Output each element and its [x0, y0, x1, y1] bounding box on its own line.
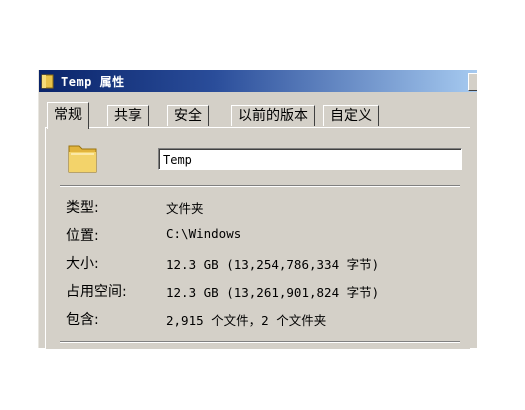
type-label: 类型: [66, 200, 99, 216]
location-value: C:\Windows [166, 226, 242, 241]
size-on-disk-value: 12.3 GB (13,261,901,824 字节) [166, 285, 380, 300]
property-row-size-on-disk: 占用空间: 12.3 GB (13,261,901,824 字节) [60, 281, 460, 301]
property-row-type: 类型: 文件夹 [60, 197, 460, 217]
tab-general[interactable]: 常规 [47, 102, 89, 129]
screen: Temp 属性 常规 共享 安全 以前的版本 自定义 Temp 类型: 文件夹 [0, 0, 525, 410]
tab-security[interactable]: 安全 [167, 105, 209, 126]
size-label: 大小: [66, 256, 99, 272]
tab-previous-versions[interactable]: 以前的版本 [231, 105, 315, 126]
title-bar[interactable]: Temp 属性 [39, 70, 477, 92]
folder-name-input[interactable]: Temp [158, 148, 462, 170]
contains-value: 2,915 个文件，2 个文件夹 [166, 313, 327, 328]
window-title: Temp 属性 [61, 75, 125, 89]
separator [60, 185, 460, 187]
location-label: 位置: [66, 228, 99, 244]
property-row-location: 位置: C:\Windows [60, 225, 460, 245]
tab-sharing[interactable]: 共享 [107, 105, 149, 126]
contains-label: 包含: [66, 312, 99, 328]
tab-strip: 常规 共享 安全 以前的版本 自定义 [45, 102, 465, 129]
title-bar-button[interactable] [468, 73, 477, 91]
general-tab-panel: Temp 类型: 文件夹 位置: C:\Windows 大小: 12.3 GB … [45, 127, 470, 349]
folder-icon [68, 145, 97, 173]
tab-customize[interactable]: 自定义 [323, 105, 379, 126]
folder-icon [41, 74, 54, 89]
size-value: 12.3 GB (13,254,786,334 字节) [166, 257, 380, 272]
property-row-contains: 包含: 2,915 个文件，2 个文件夹 [60, 309, 460, 329]
separator [60, 341, 460, 343]
size-on-disk-label: 占用空间: [66, 284, 127, 300]
type-value: 文件夹 [166, 201, 204, 216]
property-row-size: 大小: 12.3 GB (13,254,786,334 字节) [60, 253, 460, 273]
properties-window: Temp 属性 常规 共享 安全 以前的版本 自定义 Temp 类型: 文件夹 [38, 70, 477, 349]
